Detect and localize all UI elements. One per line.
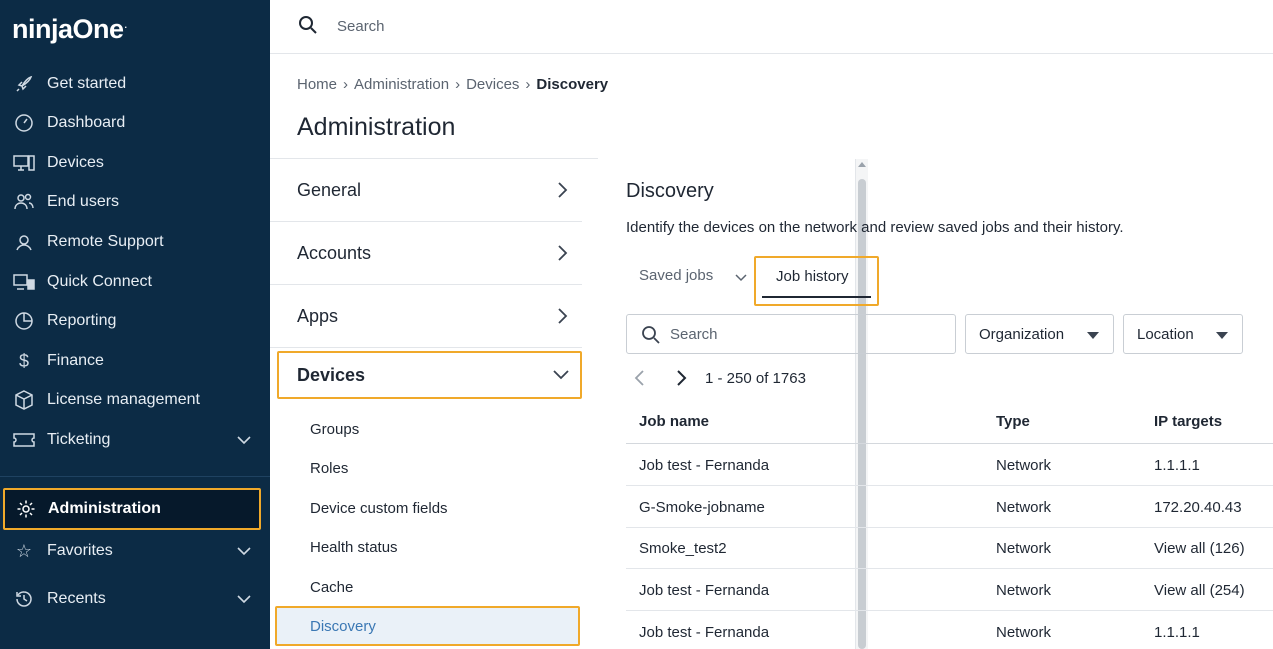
- breadcrumb-separator: ›: [525, 76, 531, 93]
- discovery-panel: Discovery Identify the devices on the ne…: [598, 158, 1273, 649]
- monitor-icon: [13, 152, 35, 174]
- chevron-down-icon: [552, 367, 570, 385]
- chevron-down-icon[interactable]: [735, 270, 747, 287]
- menu-item-apps[interactable]: Apps: [270, 285, 582, 348]
- sidebar-item-get-started[interactable]: Get started: [0, 66, 270, 102]
- sidebar-item-recents[interactable]: Recents: [0, 581, 270, 617]
- global-search-input[interactable]: Search: [337, 18, 385, 35]
- admin-menu: General Accounts Apps Devices Groups Rol…: [270, 158, 868, 649]
- users-icon: [13, 191, 35, 213]
- sidebar: ninjaOne. Get started Dashboard Devices …: [0, 0, 270, 649]
- next-page-icon[interactable]: [675, 369, 687, 392]
- cell-ip-targets: 1.1.1.1: [1154, 624, 1200, 641]
- package-icon: [13, 389, 35, 411]
- submenu-item-discovery[interactable]: Discovery: [275, 606, 580, 646]
- cell-type: Network: [996, 624, 1052, 641]
- cell-job-name: Job test - Fernanda: [639, 457, 770, 474]
- sidebar-item-administration[interactable]: Administration: [3, 488, 261, 530]
- submenu-item-health-status[interactable]: Health status: [310, 539, 398, 556]
- organization-dropdown[interactable]: Organization: [965, 314, 1114, 354]
- cell-job-name: Job test - Fernanda: [639, 624, 770, 641]
- tab-job-history[interactable]: Job history: [754, 256, 879, 306]
- pagination-range: 1 - 250 of 1763: [705, 370, 806, 387]
- section-description: Identify the devices on the network and …: [626, 219, 1124, 236]
- cell-job-name: G-Smoke-jobname: [639, 499, 765, 516]
- table-row[interactable]: Smoke_test2 Network View all (126): [626, 527, 1273, 569]
- submenu-item-roles[interactable]: Roles: [310, 460, 348, 477]
- sidebar-item-dashboard[interactable]: Dashboard: [0, 105, 270, 141]
- chevron-right-icon: [556, 244, 568, 267]
- breadcrumb-administration[interactable]: Administration: [354, 76, 449, 93]
- section-title: Discovery: [626, 180, 714, 202]
- previous-page-icon[interactable]: [634, 369, 646, 392]
- table-row[interactable]: Job test - Fernanda Network 1.1.1.1: [626, 444, 1273, 486]
- sidebar-item-reporting[interactable]: Reporting: [0, 303, 270, 339]
- sidebar-item-license-management[interactable]: License management: [0, 382, 270, 418]
- sidebar-item-quick-connect[interactable]: Quick Connect: [0, 264, 270, 300]
- column-header-job-name[interactable]: Job name: [639, 413, 709, 430]
- page-title: Administration: [297, 113, 456, 141]
- dollar-icon: $: [18, 350, 29, 371]
- chevron-right-icon: [556, 307, 568, 330]
- sidebar-item-end-users[interactable]: End users: [0, 184, 270, 220]
- quick-connect-icon: [13, 271, 35, 293]
- table-row[interactable]: Job test - Fernanda Network View all (25…: [626, 569, 1273, 611]
- history-icon: [13, 588, 35, 610]
- job-search-field[interactable]: Search: [626, 314, 956, 354]
- cell-type: Network: [996, 540, 1052, 557]
- cell-job-name: Smoke_test2: [639, 540, 727, 557]
- caret-down-icon: [1216, 332, 1228, 339]
- breadcrumb-separator: ›: [455, 76, 461, 93]
- breadcrumb: Home › Administration › Devices › Discovery: [297, 76, 608, 93]
- chevron-down-icon[interactable]: [236, 543, 252, 559]
- ticket-icon: [13, 429, 35, 451]
- chevron-right-icon: [556, 181, 568, 204]
- sidebar-divider: [0, 476, 270, 477]
- column-header-ip-targets[interactable]: IP targets: [1154, 413, 1222, 430]
- sidebar-item-finance[interactable]: $ Finance: [0, 343, 270, 379]
- sidebar-item-devices[interactable]: Devices: [0, 145, 270, 181]
- logo[interactable]: ninjaOne.: [12, 14, 127, 45]
- gear-icon: [15, 498, 37, 520]
- cell-type: Network: [996, 582, 1052, 599]
- sidebar-item-favorites[interactable]: ☆ Favorites: [0, 533, 270, 569]
- submenu-item-groups[interactable]: Groups: [310, 421, 359, 438]
- global-search-bar[interactable]: Search: [270, 0, 1273, 54]
- menu-item-devices[interactable]: Devices: [277, 351, 582, 399]
- cell-type: Network: [996, 457, 1052, 474]
- menu-item-general[interactable]: General: [270, 159, 582, 222]
- menu-item-accounts[interactable]: Accounts: [270, 222, 582, 285]
- cell-type: Network: [996, 499, 1052, 516]
- breadcrumb-home[interactable]: Home: [297, 76, 337, 93]
- cell-ip-targets: 1.1.1.1: [1154, 457, 1200, 474]
- chevron-down-icon[interactable]: [236, 432, 252, 448]
- rocket-icon: [13, 73, 35, 95]
- headset-icon: [13, 231, 35, 253]
- table-row[interactable]: Job test - Fernanda Network 1.1.1.1: [626, 611, 1273, 649]
- caret-down-icon: [1087, 332, 1099, 339]
- submenu-item-cache[interactable]: Cache: [310, 579, 353, 596]
- app-window: ninjaOne. Get started Dashboard Devices …: [0, 0, 1273, 649]
- search-icon: [298, 15, 318, 40]
- submenu-item-device-custom-fields[interactable]: Device custom fields: [310, 500, 448, 517]
- breadcrumb-separator: ›: [343, 76, 349, 93]
- cell-ip-targets-link[interactable]: View all (126): [1154, 540, 1245, 557]
- location-dropdown[interactable]: Location: [1123, 314, 1243, 354]
- column-header-type[interactable]: Type: [996, 413, 1030, 430]
- table-row[interactable]: G-Smoke-jobname Network 172.20.40.43: [626, 486, 1273, 528]
- star-icon: ☆: [15, 540, 33, 561]
- chevron-down-icon[interactable]: [236, 591, 252, 607]
- search-icon: [641, 325, 661, 350]
- sidebar-item-ticketing[interactable]: Ticketing: [0, 422, 270, 458]
- sidebar-item-remote-support[interactable]: Remote Support: [0, 224, 270, 260]
- breadcrumb-current: Discovery: [536, 76, 609, 93]
- breadcrumb-devices[interactable]: Devices: [466, 76, 519, 93]
- cell-job-name: Job test - Fernanda: [639, 582, 770, 599]
- pie-chart-icon: [13, 310, 35, 332]
- cell-ip-targets-link[interactable]: View all (254): [1154, 582, 1245, 599]
- gauge-icon: [13, 112, 35, 134]
- cell-ip-targets: 172.20.40.43: [1154, 499, 1242, 516]
- active-tab-indicator: [762, 296, 871, 298]
